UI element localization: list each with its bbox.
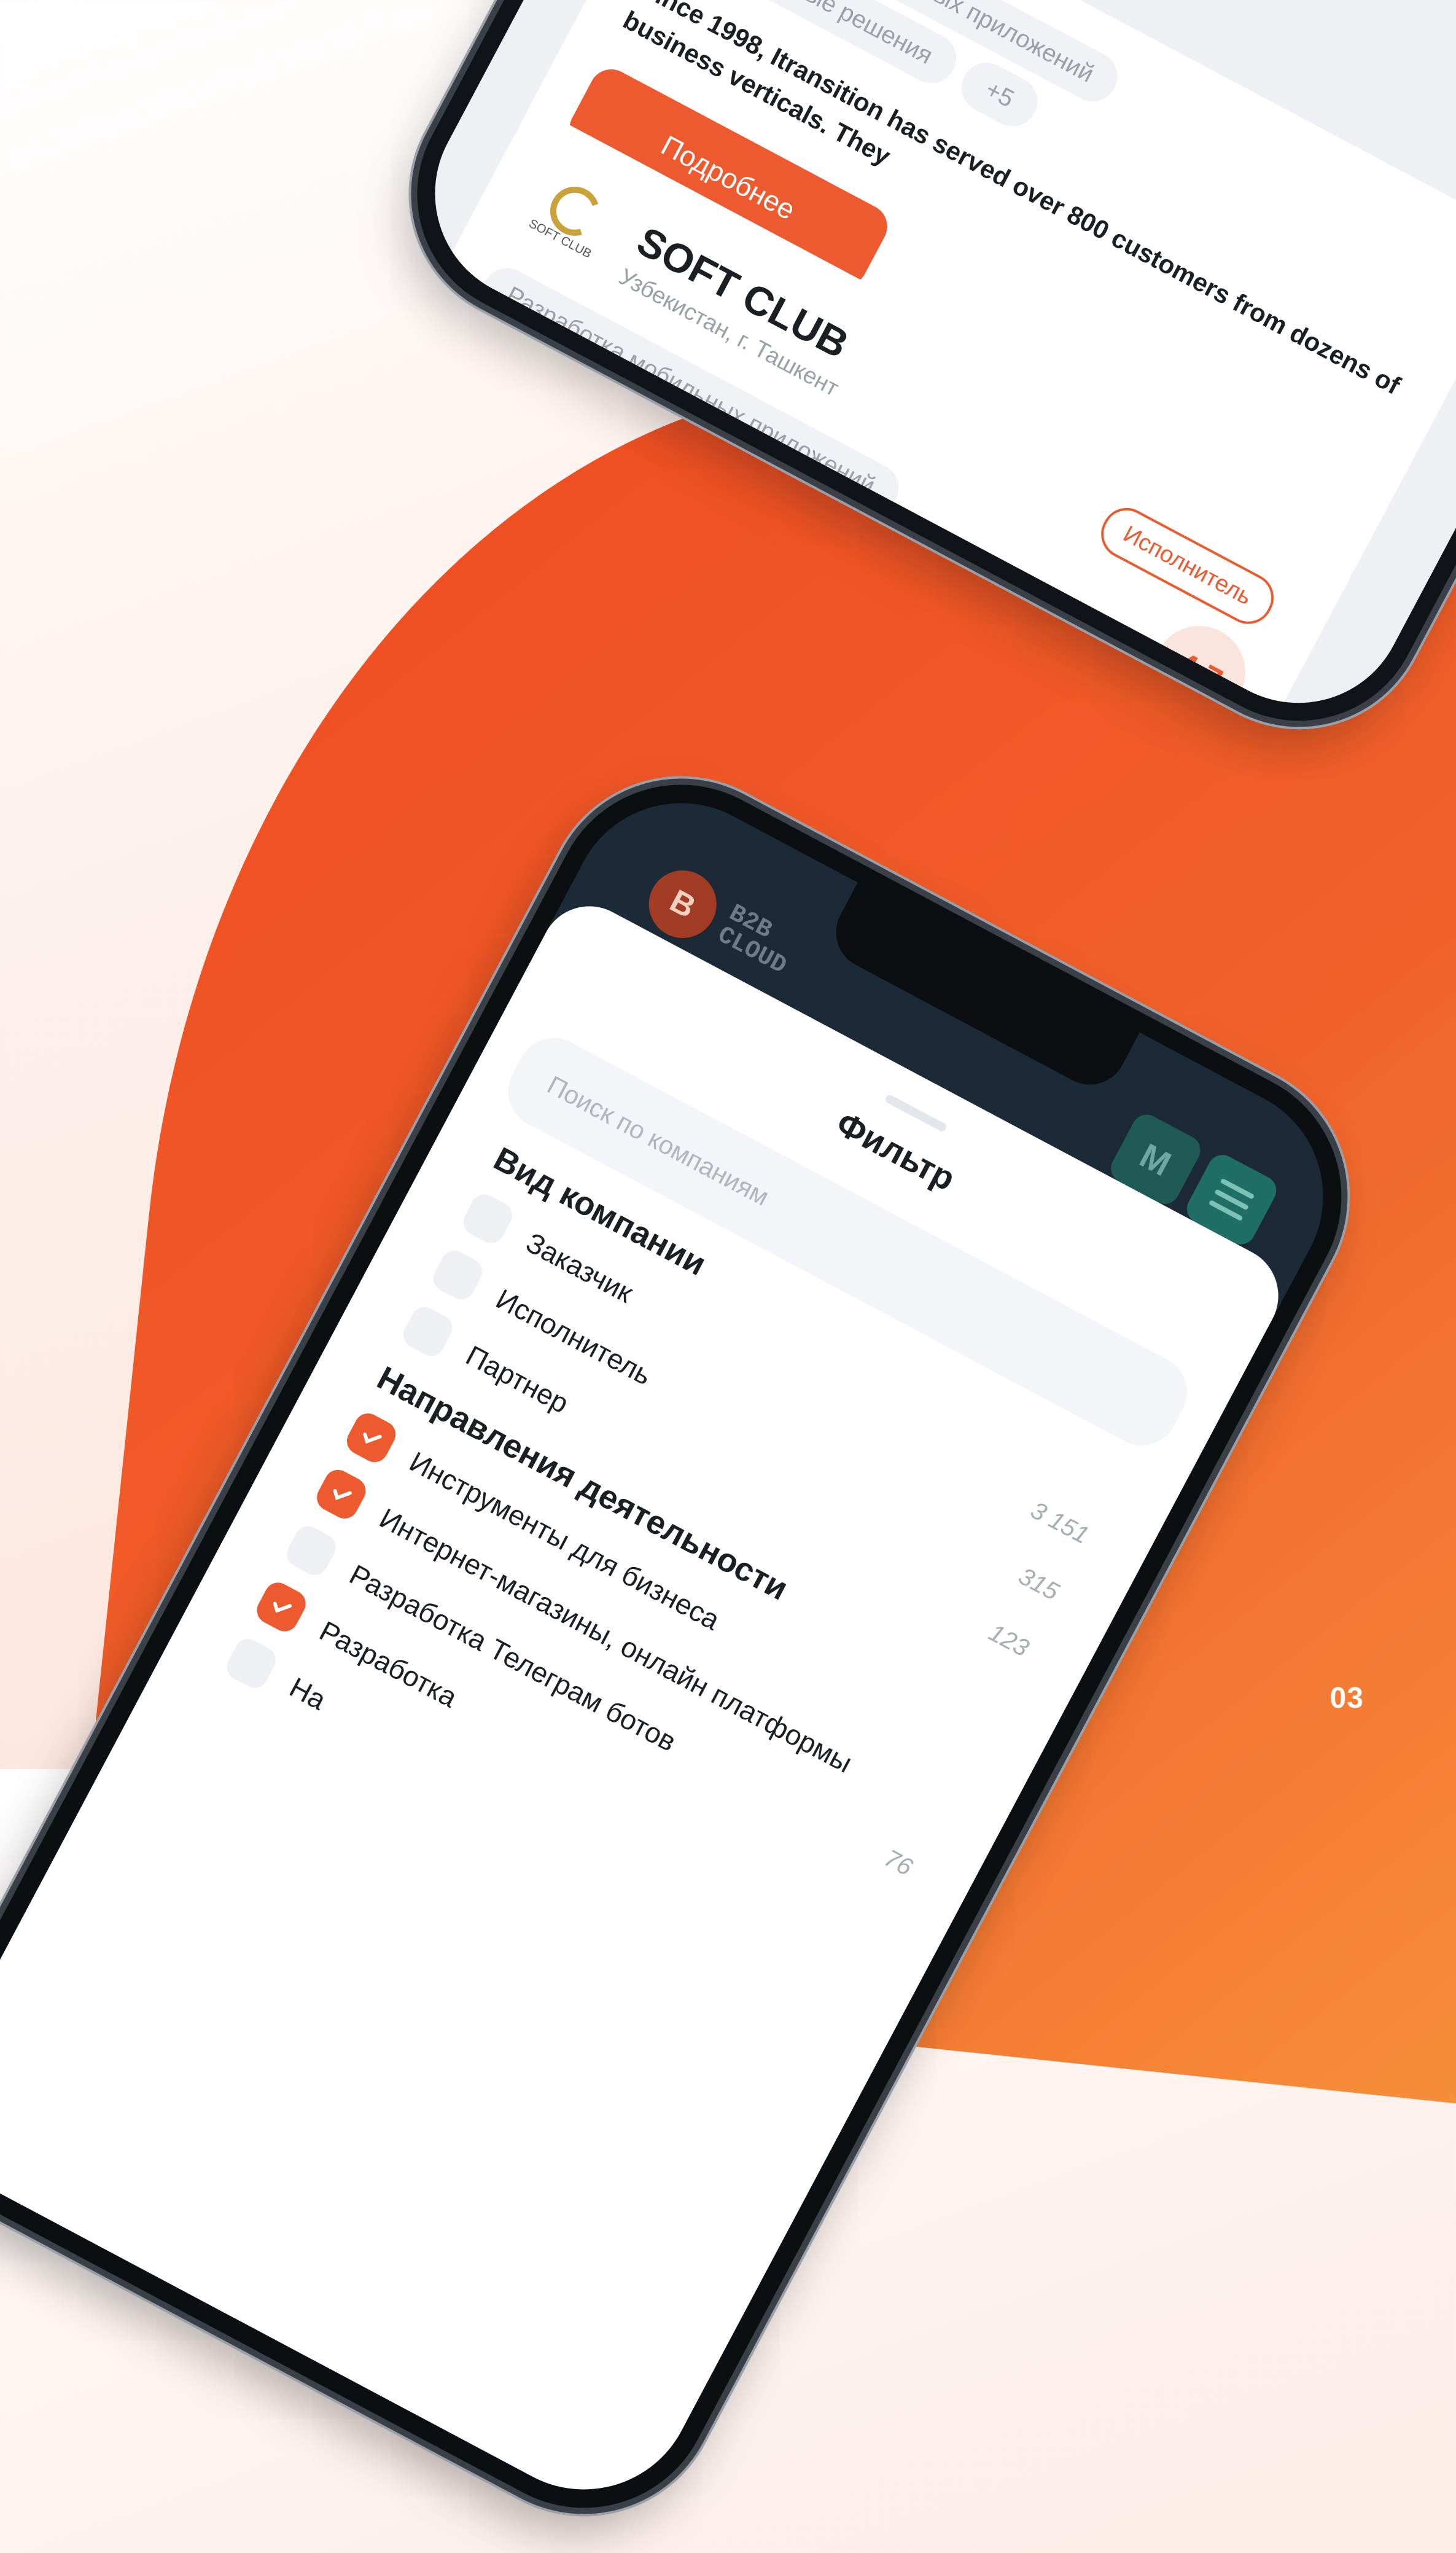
page-number: 03 — [1329, 1682, 1364, 1714]
soft-club-logo: SOFT CLUB — [514, 168, 627, 271]
checkbox[interactable] — [399, 1302, 457, 1361]
checkbox[interactable] — [222, 1634, 281, 1693]
app-logo-text: B2B CLOUD — [712, 899, 791, 981]
checkbox[interactable] — [429, 1246, 487, 1304]
checkbox[interactable] — [458, 1189, 517, 1248]
checkbox-checked[interactable] — [342, 1409, 400, 1467]
checkbox-checked[interactable] — [312, 1465, 371, 1523]
checkbox[interactable] — [282, 1521, 341, 1580]
checkbox-checked[interactable] — [252, 1578, 311, 1636]
